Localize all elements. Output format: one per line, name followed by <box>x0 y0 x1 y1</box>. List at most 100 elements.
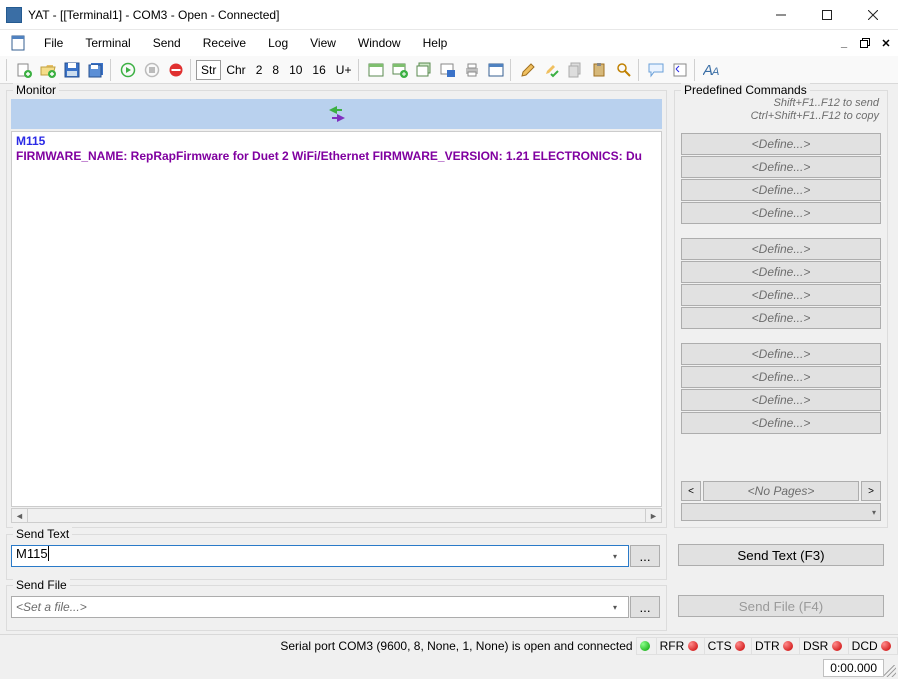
window-icon <box>488 62 504 78</box>
tool-btn-4[interactable] <box>437 59 459 81</box>
resize-grip[interactable] <box>884 665 896 677</box>
swap-arrows-icon <box>326 103 348 125</box>
predef-define-5[interactable]: <Define...> <box>681 238 881 260</box>
stop-button[interactable] <box>141 59 163 81</box>
radix-8-button[interactable]: 8 <box>267 60 284 80</box>
scroll-track[interactable] <box>28 508 645 523</box>
status-timer: 0:00.000 <box>823 659 884 677</box>
predef-page-next[interactable]: > <box>861 481 881 501</box>
save-button[interactable] <box>61 59 83 81</box>
menu-view[interactable]: View <box>300 33 346 53</box>
send-file-input[interactable]: <Set a file...> <box>11 596 629 618</box>
radix-2-button[interactable]: 2 <box>251 60 268 80</box>
terminal-document-icon <box>10 35 26 51</box>
predef-define-4[interactable]: <Define...> <box>681 202 881 224</box>
panel-icon <box>368 62 384 78</box>
minimize-icon <box>776 10 786 20</box>
menu-receive[interactable]: Receive <box>193 33 256 53</box>
mdi-minimize-button[interactable]: _ <box>836 35 852 51</box>
no-entry-icon <box>168 62 184 78</box>
led-red-icon <box>783 641 793 651</box>
panel-plus-icon <box>392 62 408 78</box>
predef-page-dropdown[interactable]: ▾ <box>681 503 881 521</box>
monitor-resp-line: FIRMWARE_NAME: RepRapFirmware for Duet 2… <box>16 149 642 163</box>
led-red-icon <box>688 641 698 651</box>
check-button[interactable] <box>541 59 563 81</box>
radix-16-button[interactable]: 16 <box>307 60 330 80</box>
tool-btn-3[interactable] <box>413 59 435 81</box>
search-icon <box>616 62 632 78</box>
radix-chr-button[interactable]: Chr <box>221 60 250 80</box>
radix-str-button[interactable]: Str <box>196 60 221 80</box>
paste-button[interactable] <box>589 59 611 81</box>
send-file-button: Send File (F4) <box>678 595 884 617</box>
svg-text:A: A <box>711 66 719 78</box>
predef-page-prev[interactable]: < <box>681 481 701 501</box>
mdi-close-button[interactable]: ✕ <box>878 35 894 51</box>
menu-send[interactable]: Send <box>143 33 191 53</box>
predef-define-6[interactable]: <Define...> <box>681 261 881 283</box>
clipboard-icon <box>592 62 608 78</box>
menu-terminal[interactable]: Terminal <box>75 33 140 53</box>
tool-btn-5[interactable] <box>485 59 507 81</box>
font-button[interactable]: AA <box>701 59 723 81</box>
floppy-icon <box>64 62 80 78</box>
menu-help[interactable]: Help <box>413 33 458 53</box>
send-text-input[interactable]: M115 <box>11 545 629 567</box>
radix-10-button[interactable]: 10 <box>284 60 307 80</box>
send-file-browse-button[interactable]: ... <box>630 596 660 618</box>
send-text-value: M115 <box>16 546 48 561</box>
predef-define-3[interactable]: <Define...> <box>681 179 881 201</box>
predef-caption: Predefined Commands <box>681 83 810 97</box>
copy-button[interactable] <box>565 59 587 81</box>
monitor-cmd-line: M115 <box>16 134 45 148</box>
monitor-hscrollbar[interactable]: ◄ ► <box>11 508 662 523</box>
predef-define-7[interactable]: <Define...> <box>681 284 881 306</box>
led-red-icon <box>881 641 891 651</box>
predef-define-2[interactable]: <Define...> <box>681 156 881 178</box>
send-text-button[interactable]: Send Text (F3) <box>678 544 884 566</box>
printer-icon <box>464 62 480 78</box>
menu-log[interactable]: Log <box>258 33 298 53</box>
send-text-panel: Send Text M115 ▾ ... <box>6 534 667 580</box>
tool-btn-1[interactable] <box>365 59 387 81</box>
open-terminal-button[interactable] <box>37 59 59 81</box>
new-terminal-button[interactable] <box>13 59 35 81</box>
tool-btn-2[interactable] <box>389 59 411 81</box>
menu-window[interactable]: Window <box>348 33 411 53</box>
predef-page-label: <No Pages> <box>703 481 859 501</box>
send-text-browse-button[interactable]: ... <box>630 545 660 567</box>
monitor-panel: Monitor M115 FIRMWARE_NAME: RepRapFirmwa… <box>6 90 667 528</box>
maximize-button[interactable] <box>804 0 850 30</box>
start-button[interactable] <box>117 59 139 81</box>
scroll-left-button[interactable]: ◄ <box>11 508 28 523</box>
radix-unicode-button[interactable]: U+ <box>331 60 357 80</box>
clear-button[interactable] <box>165 59 187 81</box>
send-text-caption: Send Text <box>13 527 72 541</box>
scroll-right-button[interactable]: ► <box>645 508 662 523</box>
menu-file[interactable]: File <box>34 33 73 53</box>
predef-define-9[interactable]: <Define...> <box>681 343 881 365</box>
predef-define-11[interactable]: <Define...> <box>681 389 881 411</box>
find-button[interactable] <box>613 59 635 81</box>
status-conn-indicator <box>636 637 657 655</box>
save-workspace-button[interactable] <box>85 59 107 81</box>
mdi-restore-button[interactable] <box>857 35 873 51</box>
predef-define-8[interactable]: <Define...> <box>681 307 881 329</box>
close-button[interactable] <box>850 0 896 30</box>
restore-icon <box>860 38 871 49</box>
predef-define-10[interactable]: <Define...> <box>681 366 881 388</box>
font-icon: AA <box>703 62 721 78</box>
predef-hint-1: Shift+F1..F12 to send <box>751 97 879 110</box>
edit-button[interactable] <box>517 59 539 81</box>
predef-define-1[interactable]: <Define...> <box>681 133 881 155</box>
chat-button[interactable] <box>645 59 667 81</box>
signal-dcd: DCD <box>848 637 898 655</box>
print-button[interactable] <box>461 59 483 81</box>
monitor-text[interactable]: M115 FIRMWARE_NAME: RepRapFirmware for D… <box>11 131 662 507</box>
script-button[interactable] <box>669 59 691 81</box>
floppy-multi-icon <box>88 62 104 78</box>
send-file-caption: Send File <box>13 578 70 592</box>
minimize-button[interactable] <box>758 0 804 30</box>
predef-define-12[interactable]: <Define...> <box>681 412 881 434</box>
